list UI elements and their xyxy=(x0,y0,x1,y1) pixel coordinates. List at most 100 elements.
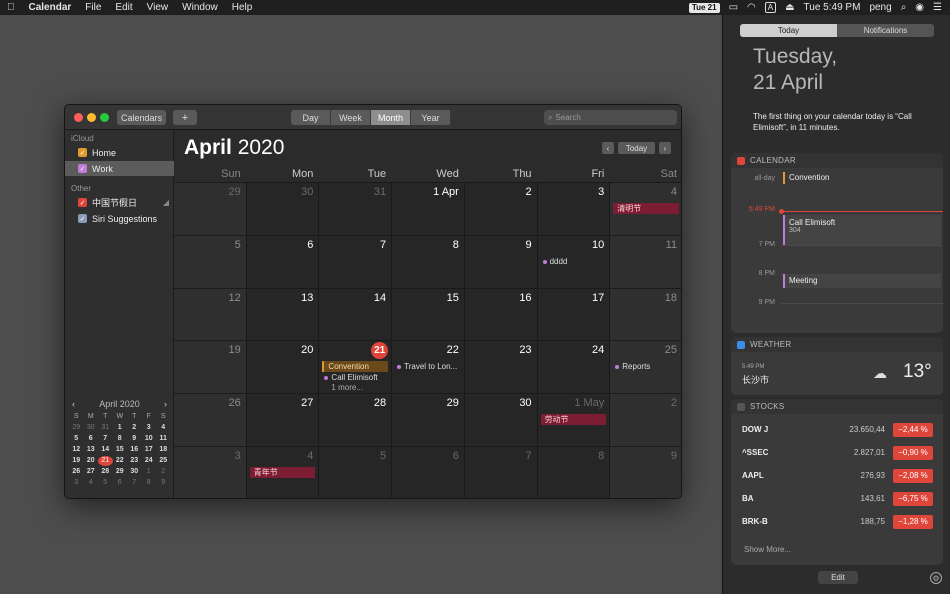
event-labor-day[interactable]: 劳动节 xyxy=(540,414,607,426)
mini-day[interactable]: 30 xyxy=(84,423,99,433)
event-qingming[interactable]: 清明节 xyxy=(613,203,679,214)
event-convention[interactable]: Convention xyxy=(322,361,389,373)
mini-day[interactable]: 6 xyxy=(84,434,99,444)
widget-event-meeting[interactable]: Meeting xyxy=(783,274,941,288)
menu-view[interactable]: View xyxy=(140,2,176,13)
day-cell[interactable]: 1 May 劳动节 xyxy=(537,394,611,448)
next-month-button[interactable]: › xyxy=(659,142,671,154)
day-cell[interactable]: 31 xyxy=(319,183,393,236)
day-cell[interactable]: 2 xyxy=(464,183,538,236)
mini-day[interactable]: 1 xyxy=(113,423,128,433)
day-cell[interactable]: 5 xyxy=(174,235,247,289)
day-cell[interactable]: 19 xyxy=(174,341,247,395)
mini-day[interactable]: 29 xyxy=(69,423,84,433)
mini-day[interactable]: 27 xyxy=(84,467,99,477)
day-cell[interactable]: 11 xyxy=(610,235,681,289)
mini-day[interactable]: 7 xyxy=(127,478,142,488)
stock-row[interactable]: BA 143,61 −6,75 % xyxy=(731,490,943,507)
day-cell[interactable]: 16 xyxy=(464,288,538,342)
day-cell[interactable]: 5 xyxy=(319,447,393,498)
prev-month-button[interactable]: ‹ xyxy=(602,142,614,154)
mini-day[interactable]: 24 xyxy=(142,456,157,466)
mini-day[interactable]: 5 xyxy=(98,478,113,488)
menu-edit[interactable]: Edit xyxy=(108,2,139,13)
stock-change-badge[interactable]: −2,08 % xyxy=(893,468,933,483)
mini-day[interactable]: 1 xyxy=(142,467,157,477)
spotlight-icon[interactable]: ⌕ xyxy=(901,2,907,13)
event-youth-day[interactable]: 青年节 xyxy=(249,467,316,479)
menu-file[interactable]: File xyxy=(78,2,108,13)
day-cell[interactable]: 13 xyxy=(246,288,320,342)
edit-button[interactable]: Edit xyxy=(818,571,858,584)
mini-day[interactable]: 30 xyxy=(127,467,142,477)
mini-day[interactable]: 8 xyxy=(113,434,128,444)
day-cell[interactable]: 6 xyxy=(392,447,465,498)
day-cell[interactable]: 1 Apr xyxy=(392,183,465,236)
day-cell[interactable]: 23 xyxy=(464,341,538,395)
day-cell[interactable]: 8 xyxy=(392,235,465,289)
notification-center-icon[interactable]: ☰ xyxy=(933,2,942,13)
mini-day[interactable]: 2 xyxy=(127,423,142,433)
mini-next-icon[interactable]: › xyxy=(164,399,167,409)
day-cell[interactable]: 3 xyxy=(537,183,611,236)
minimize-button[interactable] xyxy=(87,113,96,122)
day-cell[interactable]: 14 xyxy=(319,288,393,342)
mini-day[interactable]: 5 xyxy=(69,434,84,444)
day-cell[interactable]: 8 xyxy=(537,447,611,498)
event-dddd[interactable]: dddd xyxy=(541,256,607,267)
mini-day[interactable]: 10 xyxy=(142,434,157,444)
widget-event-call[interactable]: Call Elimisoft 304 xyxy=(783,215,941,245)
sidebar-item-holidays[interactable]: ✓ 中国节假日 ◢ xyxy=(65,195,174,210)
day-cell[interactable]: 25 Reports xyxy=(610,341,681,395)
day-cell[interactable]: 17 xyxy=(537,288,611,342)
day-cell[interactable]: 30 xyxy=(246,183,320,236)
mini-day[interactable]: 20 xyxy=(84,456,99,466)
eject-icon[interactable]: ⏏ xyxy=(785,2,794,13)
mini-day[interactable]: 3 xyxy=(69,478,84,488)
day-cell[interactable]: 15 xyxy=(392,288,465,342)
widget-event-convention[interactable]: Convention xyxy=(783,172,941,184)
mini-day-today[interactable]: 21 xyxy=(98,456,113,466)
day-cell[interactable]: 29 xyxy=(392,394,465,448)
menu-window[interactable]: Window xyxy=(175,2,225,13)
mini-day[interactable]: 17 xyxy=(142,445,157,455)
checkbox-holidays[interactable]: ✓ xyxy=(78,198,87,207)
day-cell[interactable]: 27 xyxy=(246,394,320,448)
stock-change-badge[interactable]: −1,28 % xyxy=(893,514,933,529)
day-cell[interactable]: 2 xyxy=(610,394,681,448)
menubar-user[interactable]: peng xyxy=(869,2,891,13)
day-cell[interactable]: 29 xyxy=(174,183,247,236)
day-cell[interactable]: 21 Convention Call Elimisoft 1 more... xyxy=(319,341,393,395)
airplay-icon[interactable]: ▭ xyxy=(729,2,738,13)
stock-row[interactable]: ^SSEC 2.827,01 −0,90 % xyxy=(731,444,943,461)
settings-icon[interactable]: ⚙ xyxy=(930,572,942,584)
menu-help[interactable]: Help xyxy=(225,2,260,13)
sidebar-item-siri[interactable]: ✓ Siri Suggestions xyxy=(65,211,174,226)
mini-day[interactable]: 9 xyxy=(156,478,171,488)
mini-day[interactable]: 22 xyxy=(113,456,128,466)
mini-day[interactable]: 25 xyxy=(156,456,171,466)
today-button[interactable]: Today xyxy=(618,142,655,154)
calendar-widget[interactable]: CALENDAR all-day Convention 5:49 PM Call… xyxy=(731,153,943,333)
mini-day[interactable]: 3 xyxy=(142,423,157,433)
mini-day[interactable]: 26 xyxy=(69,467,84,477)
day-cell[interactable]: 30 xyxy=(464,394,538,448)
event-reports[interactable]: Reports xyxy=(613,361,679,372)
tab-month[interactable]: Month xyxy=(371,110,411,125)
stock-row[interactable]: BRK-B 188,75 −1,28 % xyxy=(731,513,943,530)
add-event-button[interactable]: + xyxy=(173,110,197,125)
mini-day[interactable]: 31 xyxy=(98,423,113,433)
mini-day[interactable]: 7 xyxy=(98,434,113,444)
stocks-widget[interactable]: STOCKS DOW J 23.650,44 −2,44 % ^SSEC 2.827,0… xyxy=(731,399,943,565)
checkbox-work[interactable]: ✓ xyxy=(78,164,87,173)
more-events-link[interactable]: 1 more... xyxy=(322,382,388,393)
day-cell[interactable]: 4 青年节 xyxy=(246,447,320,498)
apple-menu-icon[interactable]:  xyxy=(0,2,22,13)
input-source-icon[interactable]: A xyxy=(764,2,777,13)
day-cell[interactable]: 6 xyxy=(246,235,320,289)
mini-day[interactable]: 18 xyxy=(156,445,171,455)
menubar-clock[interactable]: Tue 5:49 PM xyxy=(804,2,861,13)
mini-day[interactable]: 16 xyxy=(127,445,142,455)
event-travel[interactable]: Travel to Lon... xyxy=(395,361,461,372)
mini-day[interactable]: 12 xyxy=(69,445,84,455)
